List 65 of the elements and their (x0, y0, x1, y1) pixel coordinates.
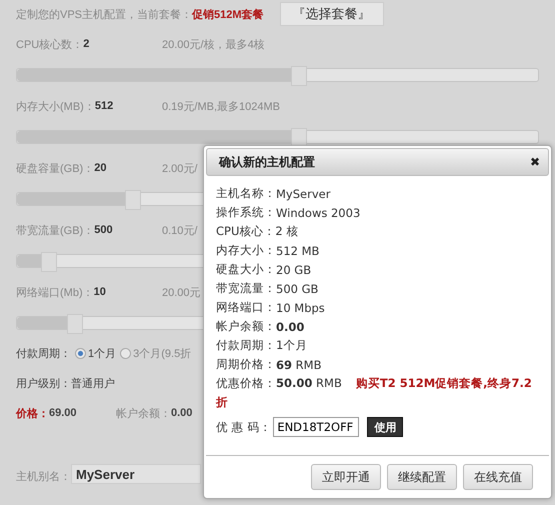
slider-label: 硬盘容量(GB)： (16, 162, 94, 176)
field-label: 网络端口： (216, 300, 276, 315)
slider-track[interactable] (16, 130, 539, 144)
radio-label: 3个月(9.5折 (133, 346, 192, 360)
unit-price: 0.19元/MB,最多1024MB (162, 100, 280, 114)
price-value: 69.00 (49, 407, 77, 419)
slider-label: 网络端口(Mb)： (16, 286, 94, 300)
alias-label: 主机别名： (16, 470, 71, 484)
slider-label: 内存大小(MB)： (16, 100, 95, 114)
field-label: CPU核心： (216, 224, 276, 239)
field-label: 主机名称： (216, 186, 276, 201)
close-icon[interactable]: ✖ (530, 155, 540, 169)
apply-button[interactable]: 使用 (367, 417, 404, 437)
field-value: 0.00 (276, 320, 304, 334)
field-label: 内存大小： (216, 243, 276, 258)
field-value: Windows 2003 (276, 206, 360, 220)
dialog-button[interactable]: 继续配置 (387, 464, 457, 490)
field-value: 69 RMB (276, 358, 322, 372)
field-label: 硬盘大小： (216, 262, 276, 277)
unit-price: 20.00元 (162, 286, 201, 300)
field-value: 500 GB (276, 282, 318, 296)
field-value: 1个月 (276, 338, 308, 353)
slider-value: 2 (83, 38, 90, 50)
radio-button[interactable] (75, 348, 86, 358)
select-plan-button[interactable]: 『选择套餐』 (280, 2, 384, 26)
slider-label: CPU核心数： (16, 38, 84, 52)
field-label: 帐户余额： (216, 319, 276, 334)
slider-label: 带宽流量(GB)： (16, 224, 94, 238)
slider-value: 512 (94, 100, 114, 112)
unit-price: 0.10元/ (162, 224, 198, 238)
field-label: 付款周期： (216, 338, 276, 353)
field-value: 20 GB (276, 262, 312, 276)
unit-price: 2.00元/ (162, 162, 198, 176)
field-label: 带宽流量： (216, 281, 276, 296)
unit-price: 20.00元/核，最多4核 (162, 38, 265, 52)
slider-value: 500 (94, 224, 113, 236)
dialog-button[interactable]: 在线充值 (463, 464, 533, 490)
slider-value: 10 (94, 286, 106, 298)
dialog-button[interactable]: 立即开通 (311, 464, 381, 490)
user-level-label: 用户级别： (16, 376, 71, 390)
slider-thumb[interactable] (291, 66, 308, 86)
radio-label: 1个月 (88, 346, 116, 360)
alias-input-field[interactable]: MyServer (71, 464, 201, 484)
field-label: 操作系统： (216, 205, 276, 220)
field-value: MyServer (276, 186, 330, 200)
field-value: 10 Mbps (276, 300, 325, 314)
slider-thumb[interactable] (41, 252, 58, 272)
user-level-value: 普通用户 (71, 376, 115, 390)
coupon-input-field[interactable]: END18T2OFF (273, 417, 360, 437)
slider-thumb[interactable] (124, 190, 141, 210)
current-plan: 促销512M套餐 (192, 8, 264, 22)
payment-label: 付款周期： (16, 346, 71, 360)
price-label: 价格： (16, 406, 49, 420)
field-value: 512 MB (276, 244, 320, 258)
discount-price-text: 优惠价格：50.00 RMB 购买T2 512M促销套餐,终身7.2折 (216, 375, 533, 411)
field-value: 2 核 (275, 224, 298, 239)
header-text: 定制您的VPS主机配置，当前套餐： (16, 8, 192, 22)
radio-button[interactable] (120, 348, 132, 358)
balance-value: 0.00 (171, 407, 192, 419)
balance-label: 帐户余额： (116, 406, 171, 420)
coupon-label: 优 惠 码： (216, 420, 272, 434)
field-label: 周期价格： (216, 357, 276, 372)
slider-value: 20 (94, 162, 106, 174)
slider-thumb[interactable] (67, 314, 84, 334)
dialog-title: 确认新的主机配置 (219, 154, 315, 170)
